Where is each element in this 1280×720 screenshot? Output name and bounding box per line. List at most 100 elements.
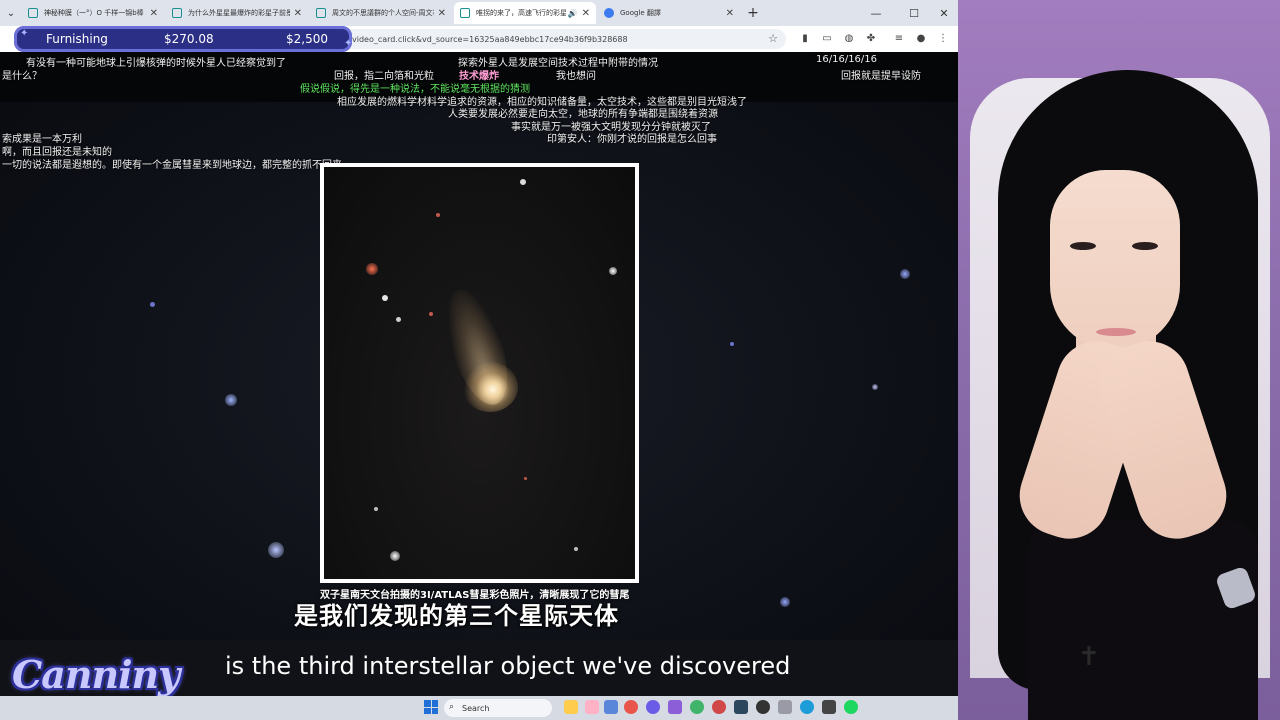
- star-point: [374, 507, 378, 511]
- streamer-top: [1028, 520, 1258, 720]
- file-explorer-icon[interactable]: [564, 700, 578, 714]
- danmaku-comment: 有没有一种可能地球上引爆核弹的时候外星人已经察觉到了: [26, 58, 286, 69]
- background-star: [268, 542, 284, 558]
- minimize-button[interactable]: —: [860, 0, 892, 26]
- extension-icon[interactable]: ▭: [820, 31, 834, 45]
- red-star: [366, 263, 378, 275]
- danmaku-comment: 是什么？: [2, 71, 42, 82]
- taskbar-search-input[interactable]: ⌕ Search: [444, 699, 552, 717]
- background-star: [900, 269, 910, 279]
- tab-label: 神秘种膜（一°）O 千样一锦b棒: [44, 9, 144, 17]
- danmaku-comment: 我也想问: [556, 71, 596, 82]
- browser-window: ⌄ 神秘种膜（一°）O 千样一锦b棒 ✕ 为什么外星星最爆炸的彩星子前景号 ✕ …: [0, 0, 958, 720]
- obs-icon[interactable]: [756, 700, 770, 714]
- star-point: [524, 477, 527, 480]
- background-star: [225, 394, 237, 406]
- search-icon: ⌕: [449, 702, 455, 712]
- search-placeholder: Search: [462, 703, 490, 713]
- tab-2[interactable]: 为什么外星星最爆炸的彩星子前景号 ✕: [166, 2, 308, 24]
- goal-label: Furnishing: [46, 32, 108, 46]
- close-icon[interactable]: ✕: [726, 8, 734, 19]
- english-subtitle: is the third interstellar object we've d…: [225, 652, 791, 680]
- comet-nucleus: [462, 362, 518, 412]
- twitch-icon[interactable]: [668, 700, 682, 714]
- comet-photo: [324, 167, 635, 579]
- close-icon[interactable]: ✕: [294, 8, 302, 19]
- media-icon[interactable]: ≡: [892, 31, 906, 45]
- tab-page-icon: [28, 8, 38, 18]
- tab-search-dropdown[interactable]: ⌄: [0, 2, 22, 24]
- background-star: [150, 302, 155, 307]
- star-point: [396, 317, 401, 322]
- edge-icon[interactable]: [800, 700, 814, 714]
- address-bar[interactable]: video_card.click&vd_source=16325aa849ebb…: [300, 29, 786, 49]
- sparkle-icon: ✦: [20, 28, 29, 39]
- puzzle-icon[interactable]: ✤: [864, 31, 878, 45]
- tab-3[interactable]: 周文的不思議群的个人空间-周文初 ✕: [310, 2, 452, 24]
- discord-icon[interactable]: [646, 700, 660, 714]
- tab-label: Google 翻譯: [620, 9, 661, 17]
- tab-page-icon: [316, 8, 326, 18]
- close-icon[interactable]: ✕: [438, 8, 446, 19]
- spotify-icon[interactable]: [844, 700, 858, 714]
- profile-avatar[interactable]: ●: [914, 31, 928, 45]
- goal-current: $270.08: [164, 32, 214, 46]
- tab-page-icon: [172, 8, 182, 18]
- close-icon[interactable]: ✕: [582, 8, 590, 19]
- background-star: [780, 597, 790, 607]
- extension-icon[interactable]: ▮: [798, 31, 812, 45]
- tab-strip: ⌄ 神秘种膜（一°）O 千样一锦b棒 ✕ 为什么外星星最爆炸的彩星子前景号 ✕ …: [0, 0, 958, 26]
- star-point: [436, 213, 440, 217]
- app-icon[interactable]: [822, 700, 836, 714]
- streamer-eye: [1132, 242, 1158, 250]
- chrome-icon[interactable]: [690, 700, 704, 714]
- star-point: [574, 547, 578, 551]
- speaker-icon[interactable]: 🔊: [568, 9, 578, 18]
- windows-start-icon[interactable]: [424, 700, 438, 714]
- goal-target: $2,500: [286, 32, 328, 46]
- extension-icon[interactable]: ◍: [842, 31, 856, 45]
- tab-page-icon: [460, 8, 470, 18]
- background-star: [730, 342, 734, 346]
- maximize-button[interactable]: ☐: [898, 0, 930, 26]
- tab-label: 唯拐的来了，高速飞行的彩星…: [476, 9, 566, 17]
- furnishing-goal-widget: ✦ Furnishing $270.08 $2,500 ✦: [14, 26, 352, 52]
- star-point: [382, 295, 388, 301]
- cross-necklace-icon: ✝: [1078, 642, 1100, 672]
- menu-icon[interactable]: ⋮: [936, 31, 950, 45]
- streamer-face: [1050, 170, 1180, 350]
- streamer-lips: [1096, 328, 1136, 336]
- chrome-icon[interactable]: [712, 700, 726, 714]
- tab-1[interactable]: 神秘种膜（一°）O 千样一锦b棒 ✕: [22, 2, 164, 24]
- close-window-button[interactable]: ✕: [928, 0, 960, 26]
- app-icon[interactable]: [585, 700, 599, 714]
- star-point: [520, 179, 526, 185]
- channel-logo: Canniny: [12, 652, 180, 697]
- chinese-subtitle: 是我们发现的第三个星际天体: [294, 602, 619, 630]
- tab-4-active[interactable]: 唯拐的来了，高速飞行的彩星… 🔊 ✕: [454, 2, 596, 24]
- background-star: [872, 384, 878, 390]
- danmaku-comment: 回报就是提早设防: [841, 71, 921, 82]
- address-url: video_card.click&vd_source=16325aa849ebb…: [352, 34, 628, 44]
- close-icon[interactable]: ✕: [150, 8, 158, 19]
- tab-label: 周文的不思議群的个人空间-周文初: [332, 9, 434, 17]
- steam-icon[interactable]: [734, 700, 748, 714]
- star-point: [390, 551, 400, 561]
- streamer-eye: [1070, 242, 1096, 250]
- app-icon[interactable]: [778, 700, 792, 714]
- bookmark-star-icon[interactable]: ☆: [768, 32, 778, 45]
- screen: { "tabs": [ {"label": "神秘种膜（一°）O 千样一锦b棒"…: [0, 0, 1280, 720]
- star-point: [429, 312, 433, 316]
- tab-label: 为什么外星星最爆炸的彩星子前景号: [188, 9, 290, 17]
- webcam-feed: ✝: [958, 0, 1280, 720]
- danmaku-comment: 印第安人：你刚才说的回报是怎么回事: [547, 134, 717, 145]
- video-player[interactable]: 有没有一种可能地球上引爆核弹的时候外星人已经察觉到了 是什么？ 探索外星人是发展…: [0, 52, 958, 640]
- tab-5[interactable]: Google 翻譯 ✕: [598, 2, 740, 24]
- chrome-icon[interactable]: [624, 700, 638, 714]
- sparkle-icon: ✦: [344, 38, 353, 49]
- app-icon[interactable]: [604, 700, 618, 714]
- danmaku-comment: 一切的说法都是遐想的。即使有一个金属彗星来到地球边，都完整的抓不回来: [2, 160, 342, 171]
- comet-photo-frame: [320, 163, 639, 583]
- danmaku-comment: 16/16/16/16: [816, 54, 878, 65]
- new-tab-button[interactable]: +: [742, 5, 764, 21]
